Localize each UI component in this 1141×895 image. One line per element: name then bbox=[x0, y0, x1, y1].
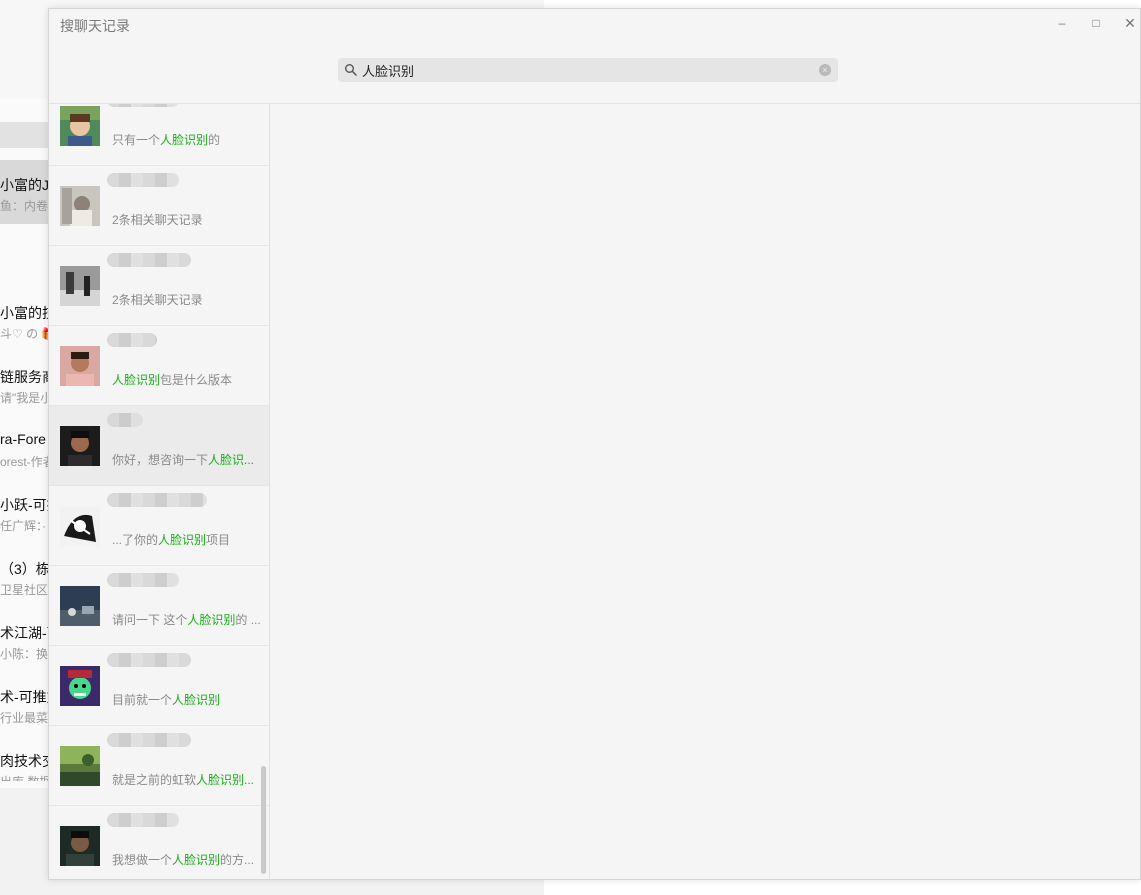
search-result-item[interactable]: 2条相关聊天记录 bbox=[49, 246, 269, 326]
contact-avatar bbox=[60, 666, 100, 706]
contact-avatar bbox=[60, 186, 100, 226]
search-result-item[interactable]: 我想做一个人脸识别的方... bbox=[49, 806, 269, 879]
message-snippet: 目前就一个人脸识别 bbox=[112, 693, 221, 707]
chat-title: ra-Fore bbox=[0, 431, 46, 447]
message-snippet: 就是之前的虹软人脸识别... bbox=[112, 773, 255, 787]
message-snippet: ...了你的人脸识别项目 bbox=[112, 533, 231, 547]
search-result-item[interactable]: 就是之前的虹软人脸识别... bbox=[49, 726, 269, 806]
chat-preview: 行业最菜 bbox=[0, 711, 49, 725]
contact-name-redacted bbox=[107, 733, 191, 747]
contact-avatar bbox=[60, 746, 100, 786]
contact-avatar bbox=[60, 586, 100, 626]
message-snippet: 人脸识别包是什么版本 bbox=[112, 373, 233, 387]
search-input[interactable] bbox=[362, 60, 802, 80]
contact-avatar bbox=[60, 506, 100, 546]
message-snippet: 2条相关聊天记录 bbox=[112, 293, 203, 307]
contact-name-redacted bbox=[107, 253, 191, 267]
contact-avatar bbox=[60, 426, 100, 466]
search-icon bbox=[345, 64, 357, 76]
chat-title: （3）栋 bbox=[0, 561, 50, 577]
search-result-item[interactable]: 只有一个人脸识别的 bbox=[49, 104, 269, 166]
message-detail-pane bbox=[270, 104, 1140, 879]
chat-preview: orest-作者 bbox=[0, 455, 55, 469]
chat-preview: 出库 数据 bbox=[0, 773, 51, 781]
clear-search-icon[interactable]: × bbox=[819, 64, 831, 76]
chat-preview: 卫星社区 bbox=[0, 583, 49, 597]
contact-name-redacted bbox=[107, 653, 191, 667]
message-snippet: 我想做一个人脸识别的方... bbox=[112, 853, 255, 867]
search-result-item[interactable]: 2条相关聊天记录 bbox=[49, 166, 269, 246]
contact-name-redacted bbox=[107, 173, 179, 187]
close-button[interactable]: ✕ bbox=[1120, 13, 1140, 33]
contact-name-redacted bbox=[107, 333, 157, 347]
chat-preview: 小陈：换 bbox=[0, 647, 49, 661]
search-result-item[interactable]: 人脸识别包是什么版本 bbox=[49, 326, 269, 406]
message-snippet: 你好，想咨询一下人脸识... bbox=[112, 453, 255, 467]
contact-name-redacted bbox=[107, 104, 179, 107]
contact-name-redacted bbox=[107, 413, 143, 427]
search-result-item[interactable]: 你好，想咨询一下人脸识... bbox=[49, 406, 269, 486]
message-snippet: 请问一下 这个人脸识别的 ... bbox=[112, 613, 261, 627]
contact-avatar bbox=[60, 106, 100, 146]
search-box[interactable]: × bbox=[338, 58, 838, 82]
contact-name-redacted bbox=[107, 813, 179, 827]
search-result-item[interactable]: 目前就一个人脸识别 bbox=[49, 646, 269, 726]
contact-name-redacted bbox=[107, 493, 207, 507]
contact-avatar bbox=[60, 266, 100, 306]
maximize-button[interactable]: □ bbox=[1086, 13, 1106, 33]
search-chat-history-dialog: 搜聊天记录 – □ ✕ × 只有一个人脸识别的 2条相关聊天记录 bbox=[48, 8, 1141, 880]
minimize-button[interactable]: – bbox=[1052, 13, 1072, 33]
background-search-box[interactable] bbox=[0, 122, 50, 148]
contact-avatar bbox=[60, 346, 100, 386]
message-snippet: 只有一个人脸识别的 bbox=[112, 133, 221, 147]
chat-preview: 请"我是小 bbox=[0, 391, 53, 405]
search-result-item[interactable]: 请问一下 这个人脸识别的 ... bbox=[49, 566, 269, 646]
chat-preview: 任广辉：· bbox=[0, 519, 46, 533]
results-scrollbar[interactable] bbox=[261, 766, 266, 874]
search-result-item[interactable]: ...了你的人脸识别项目 bbox=[49, 486, 269, 566]
message-snippet: 2条相关聊天记录 bbox=[112, 213, 203, 227]
dialog-title: 搜聊天记录 bbox=[60, 18, 130, 34]
contact-name-redacted bbox=[107, 573, 179, 587]
search-results-list[interactable]: 只有一个人脸识别的 2条相关聊天记录 2条相关聊天记录 人脸识别包是什么版本 你… bbox=[49, 104, 270, 879]
contact-avatar bbox=[60, 826, 100, 866]
